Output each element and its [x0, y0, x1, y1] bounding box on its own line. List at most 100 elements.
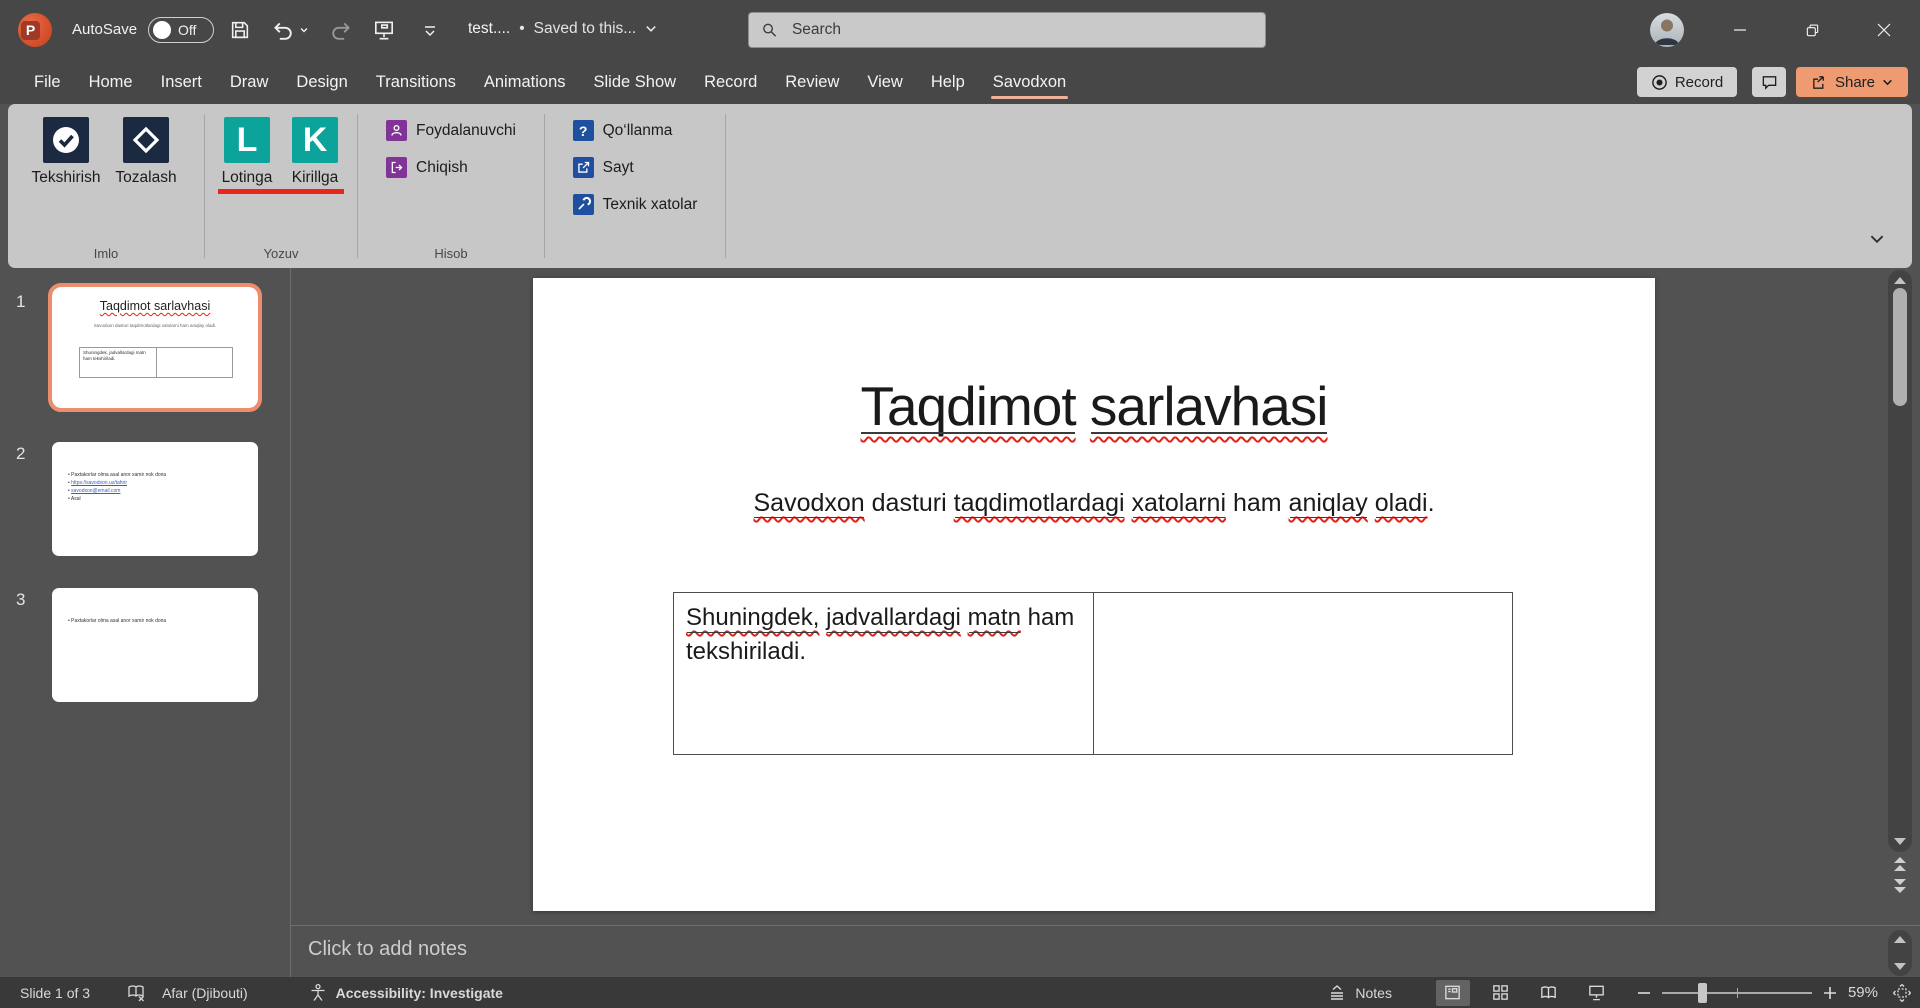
- slide-sorter-view-button[interactable]: [1484, 980, 1518, 1006]
- title-bar: P AutoSave Off test.... • Saved to this.…: [0, 0, 1920, 60]
- slide-title-textbox[interactable]: Taqdimot sarlavhasi: [533, 374, 1655, 438]
- search-bar[interactable]: [748, 12, 1266, 48]
- thumb-table-cell: [156, 348, 232, 377]
- text-segment: dasturi: [864, 489, 954, 517]
- avatar[interactable]: [1650, 13, 1684, 47]
- minimize-button[interactable]: [1724, 14, 1756, 46]
- powerpoint-window: P AutoSave Off test.... • Saved to this.…: [0, 0, 1920, 1008]
- normal-view-button[interactable]: [1435, 979, 1470, 1006]
- zoom-slider-thumb[interactable]: [1697, 982, 1707, 1003]
- sayt-button[interactable]: Sayt: [572, 157, 634, 178]
- autosave-label: AutoSave: [72, 21, 138, 38]
- document-title[interactable]: test.... • Saved to this...: [468, 20, 657, 38]
- tab-view[interactable]: View: [853, 60, 916, 104]
- scroll-up-icon[interactable]: [1890, 274, 1910, 288]
- restore-button[interactable]: [1796, 14, 1828, 46]
- collapse-ribbon-button[interactable]: [1868, 230, 1886, 248]
- ribbon-group-yozuv: L Lotinga K Kirillga Yozuv: [205, 104, 357, 268]
- double-chevron-down-icon: [1894, 879, 1906, 893]
- tab-draw[interactable]: Draw: [216, 60, 283, 104]
- text-segment: [1125, 489, 1132, 517]
- comment-icon: [1762, 75, 1776, 90]
- powerpoint-logo-icon[interactable]: P: [18, 13, 52, 47]
- notes-splitter[interactable]: [290, 925, 1920, 926]
- zoom-out-button[interactable]: [1636, 985, 1652, 1001]
- notes-toggle-button[interactable]: Notes: [1327, 983, 1392, 1003]
- chiqish-button[interactable]: Chiqish: [386, 157, 468, 178]
- customize-toolbar-button[interactable]: [416, 16, 444, 44]
- zoom-slider[interactable]: [1661, 980, 1812, 1006]
- tab-animations[interactable]: Animations: [470, 60, 580, 104]
- lotinga-button[interactable]: L Lotinga: [215, 117, 279, 187]
- search-input[interactable]: [789, 20, 1253, 40]
- fit-to-window-button[interactable]: [1892, 983, 1912, 1003]
- tekshirish-button[interactable]: Tekshirish: [28, 117, 104, 187]
- misspelled-word: matn: [968, 601, 1021, 635]
- tab-design[interactable]: Design: [282, 60, 361, 104]
- close-button[interactable]: [1868, 14, 1900, 46]
- language-selector[interactable]: Afar (Djibouti): [162, 985, 248, 1001]
- zoom-level[interactable]: 59%: [1848, 984, 1878, 1001]
- slide-table[interactable]: Shuningdek, jadvallardagi matn ham teksh…: [673, 592, 1513, 755]
- thumb-text-line: • Asal: [68, 496, 81, 502]
- spell-check-button[interactable]: [126, 983, 146, 1003]
- record-button[interactable]: Record: [1637, 67, 1737, 97]
- share-button[interactable]: Share: [1796, 67, 1908, 97]
- undo-button[interactable]: [268, 16, 296, 44]
- redo-button[interactable]: [328, 16, 356, 44]
- previous-slide-button[interactable]: [1891, 856, 1909, 874]
- misspelled-word: Savodxon: [753, 486, 865, 520]
- slideshow-view-icon: [1589, 985, 1605, 1001]
- undo-dropdown-chevron-icon[interactable]: [296, 16, 312, 44]
- tab-transitions[interactable]: Transitions: [362, 60, 470, 104]
- ribbon-group-imlo: Tekshirish Tozalash Imlo: [8, 104, 204, 268]
- sayt-label: Sayt: [602, 158, 634, 176]
- slide-subtitle-textbox[interactable]: Savodxon dasturi taqdimotlardagi xatolar…: [533, 486, 1655, 520]
- slide-thumbnail-2[interactable]: • Paxtakorlar olma asal anor xamir nok d…: [52, 442, 258, 556]
- scroll-up-icon[interactable]: [1890, 933, 1910, 947]
- tab-savodxon[interactable]: Savodxon: [979, 60, 1080, 104]
- tab-record[interactable]: Record: [690, 60, 771, 104]
- qollanma-button[interactable]: ? Qo‘llanma: [572, 120, 672, 141]
- slide-thumbnail-3[interactable]: • Paxtakorlar olma asal anor xamir nok d…: [52, 588, 258, 702]
- zoom-in-button[interactable]: [1822, 985, 1838, 1001]
- autosave-toggle[interactable]: Off: [148, 17, 214, 43]
- chevron-down-icon: [1883, 79, 1892, 85]
- slideshow-view-button[interactable]: [1580, 980, 1614, 1006]
- start-slideshow-button[interactable]: [370, 16, 398, 44]
- comments-button[interactable]: [1752, 67, 1786, 97]
- slide-number: 1: [16, 292, 26, 311]
- table-cell-right[interactable]: [1093, 593, 1512, 754]
- tab-review[interactable]: Review: [771, 60, 853, 104]
- panel-divider[interactable]: [290, 268, 291, 977]
- thumb-text-line: • Paxtakorlar olma asal anor xamir nok d…: [68, 618, 167, 624]
- texnik-xatolar-button[interactable]: Texnik xatolar: [572, 194, 697, 215]
- cyrillic-letter-icon: K: [292, 117, 338, 163]
- slide-thumbnail-1[interactable]: Taqdimot sarlavhasi Savodxon dasturi taq…: [48, 283, 262, 412]
- kirillga-button[interactable]: K Kirillga: [283, 117, 347, 187]
- table-cell-left[interactable]: Shuningdek, jadvallardagi matn ham teksh…: [674, 593, 1093, 754]
- close-icon: [1877, 23, 1891, 37]
- foydalanuvchi-button[interactable]: Foydalanuvchi: [386, 120, 516, 141]
- slide-canvas[interactable]: Taqdimot sarlavhasi Savodxon dasturi taq…: [533, 278, 1655, 911]
- tab-home[interactable]: Home: [75, 60, 147, 104]
- accessibility-checker[interactable]: Accessibility: Investigate: [308, 983, 503, 1003]
- tab-help[interactable]: Help: [917, 60, 979, 104]
- save-button[interactable]: [226, 16, 254, 44]
- thumb-text-block: • Paxtakorlar olma asal anor xamir nok d…: [68, 617, 252, 625]
- vertical-scrollbar[interactable]: [1888, 270, 1912, 852]
- scroll-down-icon[interactable]: [1890, 834, 1910, 848]
- tab-insert[interactable]: Insert: [147, 60, 216, 104]
- notes-scrollbar[interactable]: [1888, 930, 1912, 976]
- notes-placeholder[interactable]: Click to add notes: [308, 938, 467, 961]
- group-label-imlo: Imlo: [93, 246, 119, 261]
- tab-slide-show[interactable]: Slide Show: [580, 60, 691, 104]
- help-question-icon: ?: [572, 120, 594, 141]
- next-slide-button[interactable]: [1891, 878, 1909, 896]
- tozalash-button[interactable]: Tozalash: [108, 117, 184, 187]
- reading-view-button[interactable]: [1532, 980, 1566, 1006]
- tab-file[interactable]: File: [20, 60, 75, 104]
- scroll-down-icon[interactable]: [1890, 959, 1910, 973]
- scrollbar-thumb[interactable]: [1893, 288, 1907, 406]
- thumb-text-line: • https://savodxon.uz/tahrir: [68, 480, 128, 486]
